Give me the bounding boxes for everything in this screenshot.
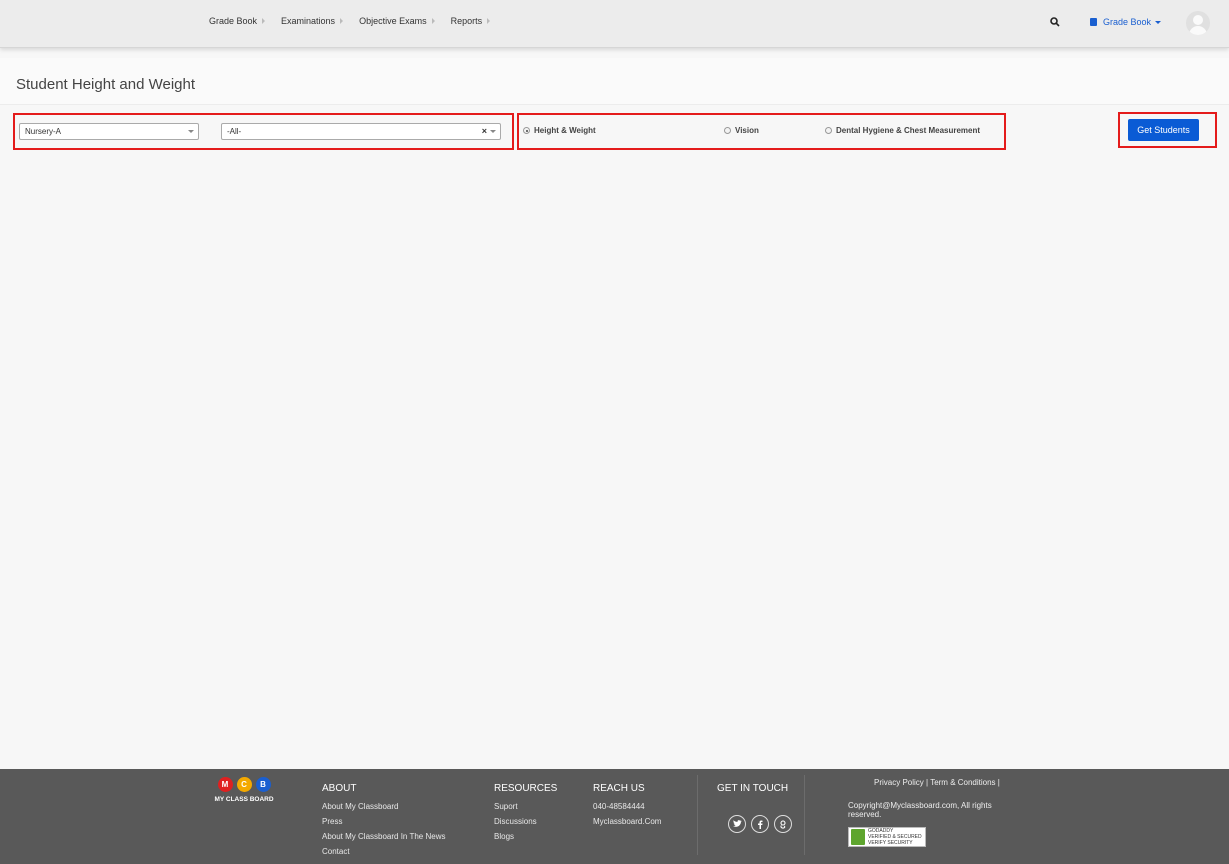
- footer-heading: REACH US: [593, 783, 645, 794]
- footer-divider: [804, 775, 805, 855]
- section-select[interactable]: -All- ×: [221, 123, 501, 140]
- footer-link-press[interactable]: Press: [322, 817, 445, 826]
- section-select-value: -All-: [227, 127, 242, 136]
- chevron-down-icon: [188, 130, 194, 133]
- footer-phone[interactable]: 040-48584444: [593, 802, 661, 811]
- caret-right-icon: [431, 18, 435, 24]
- nav-grade-book[interactable]: Grade Book: [209, 16, 266, 26]
- chevron-down-icon: [1155, 20, 1162, 24]
- page-title: Student Height and Weight: [16, 76, 196, 93]
- footer: M C B MY CLASS BOARD ABOUT About My Clas…: [0, 769, 1229, 864]
- chevron-down-icon: [490, 130, 496, 133]
- page-header: Student Height and Weight: [0, 58, 1229, 105]
- main-nav: Grade Book Examinations Objective Exams …: [209, 16, 506, 26]
- footer-site-link[interactable]: Myclassboard.Com: [593, 817, 661, 826]
- get-students-button[interactable]: Get Students: [1128, 119, 1199, 141]
- footer-heading: ABOUT: [322, 783, 357, 794]
- footer-divider: [697, 775, 698, 855]
- nav-reports[interactable]: Reports: [451, 16, 491, 26]
- logo-circles: M C B: [213, 777, 275, 792]
- avatar-head: [1193, 15, 1203, 25]
- footer-resources: RESOURCES Suport Discussions Blogs: [494, 783, 557, 847]
- footer-link-discussions[interactable]: Discussions: [494, 817, 557, 826]
- module-dropdown[interactable]: Grade Book: [1090, 17, 1162, 27]
- terms-link[interactable]: Term & Conditions: [930, 778, 995, 787]
- nav-label: Examinations: [281, 16, 336, 26]
- footer-about: ABOUT About My Classboard Press About My…: [322, 783, 445, 862]
- nav-label: Grade Book: [209, 16, 258, 26]
- module-dropdown-label: Grade Book: [1103, 17, 1152, 27]
- footer-link-blogs[interactable]: Blogs: [494, 832, 557, 841]
- logo-text: MY CLASS BOARD: [214, 796, 274, 803]
- radio-label: Vision: [735, 126, 759, 135]
- footer-heading: RESOURCES: [494, 783, 558, 794]
- nav-label: Reports: [450, 16, 483, 26]
- logo-letter-m: M: [217, 777, 233, 792]
- radio-dental-chest[interactable]: Dental Hygiene & Chest Measurement: [825, 126, 980, 135]
- seal-text: GODADDY VERIFIED & SECURED VERIFY SECURI…: [868, 828, 922, 846]
- footer-link-news[interactable]: About My Classboard In The News: [322, 832, 445, 841]
- mcb-logo[interactable]: M C B MY CLASS BOARD: [213, 777, 275, 803]
- search-icon[interactable]: [1050, 17, 1060, 27]
- class-select[interactable]: Nursery-A: [19, 123, 199, 140]
- legal-links: Privacy Policy | Term & Conditions |: [874, 778, 1000, 787]
- nav-objective-exams[interactable]: Objective Exams: [359, 16, 435, 26]
- caret-right-icon: [262, 18, 266, 24]
- radio-label: Height & Weight: [534, 126, 596, 135]
- radio-unchecked-icon: [825, 127, 832, 134]
- social-links: [728, 815, 792, 833]
- class-select-value: Nursery-A: [25, 127, 62, 136]
- clear-icon[interactable]: ×: [482, 126, 487, 136]
- nav-label: Objective Exams: [359, 16, 427, 26]
- footer-heading: GET IN TOUCH: [717, 783, 789, 794]
- footer-get-in-touch: GET IN TOUCH: [717, 783, 788, 802]
- seal-line: VERIFY SECURITY: [868, 840, 913, 846]
- facebook-icon[interactable]: [751, 815, 769, 833]
- radio-vision[interactable]: Vision: [724, 126, 759, 135]
- copyright-text: Copyright@Myclassboard.com, All rights r…: [848, 801, 992, 819]
- security-seal[interactable]: GODADDY VERIFIED & SECURED VERIFY SECURI…: [848, 827, 926, 847]
- logo-letter-b: B: [255, 777, 271, 792]
- top-navbar: Grade Book Examinations Objective Exams …: [0, 0, 1229, 48]
- radio-label: Dental Hygiene & Chest Measurement: [836, 126, 981, 135]
- avatar-body: [1189, 26, 1207, 35]
- caret-right-icon: [340, 18, 344, 24]
- caret-right-icon: [487, 18, 491, 24]
- logo-letter-c: C: [236, 777, 252, 792]
- nav-examinations[interactable]: Examinations: [281, 16, 344, 26]
- lock-icon: [851, 829, 865, 845]
- legal-separator: |: [997, 778, 1000, 787]
- footer-link-about[interactable]: About My Classboard: [322, 802, 445, 811]
- radio-checked-icon: [523, 127, 530, 134]
- google-plus-icon[interactable]: [774, 815, 792, 833]
- footer-reach-us: REACH US 040-48584444 Myclassboard.Com: [593, 783, 661, 832]
- radio-height-weight[interactable]: Height & Weight: [523, 126, 596, 135]
- avatar[interactable]: [1186, 11, 1210, 35]
- radio-unchecked-icon: [724, 127, 731, 134]
- footer-link-contact[interactable]: Contact: [322, 847, 445, 856]
- book-icon: [1090, 18, 1097, 26]
- twitter-icon[interactable]: [728, 815, 746, 833]
- legal-separator: |: [926, 778, 929, 787]
- privacy-policy-link[interactable]: Privacy Policy: [874, 778, 924, 787]
- footer-link-support[interactable]: Suport: [494, 802, 557, 811]
